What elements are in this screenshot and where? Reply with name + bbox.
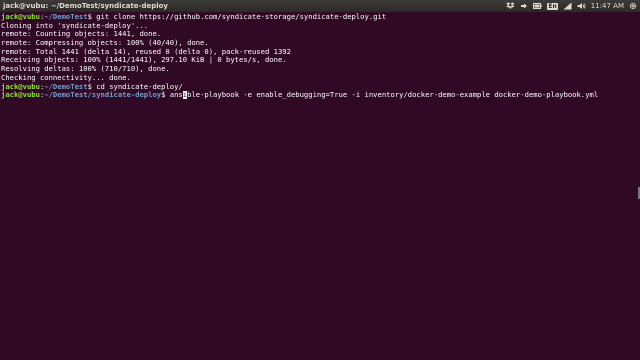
keyboard-layout-badge: En [547, 2, 558, 10]
gear-icon[interactable] [629, 0, 637, 12]
command-line: jack@vubu:~/DemoTest$ cd syndicate-deplo… [1, 82, 183, 91]
output-line: remote: Counting objects: 1441, done. [1, 30, 162, 39]
active-command-line[interactable]: jack@vubu:~/DemoTest/syndicate-deploy$ a… [1, 91, 633, 100]
keyboard-icon[interactable]: En [547, 0, 558, 12]
terminal-output: jack@vubu:~/DemoTest$ git clone https://… [1, 13, 633, 100]
command-text: git clone https://github.com/syndicate-s… [96, 13, 387, 21]
command-text: cd syndicate-deploy/ [96, 82, 183, 91]
prompt-path: ~/DemoTest [44, 13, 88, 21]
battery-icon[interactable] [533, 0, 543, 12]
top-panel: jack@vubu: ~/DemoTest/syndicate-deploy E… [0, 0, 640, 12]
output-line: Cloning into 'syndicate-deploy'... [1, 21, 149, 30]
output-line: Resolving deltas: 100% (710/710), done. [1, 65, 170, 74]
window-title: jack@vubu: ~/DemoTest/syndicate-deploy [3, 2, 168, 10]
indicator-area: En 11:47 AM [506, 0, 637, 12]
network-icon[interactable] [563, 0, 572, 12]
prompt-path: ~/DemoTest/syndicate-deploy [44, 91, 162, 100]
dropbox-icon[interactable] [506, 0, 515, 12]
prompt-user: jack@vubu [1, 82, 40, 91]
output-line: Receiving objects: 100% (1441/1441), 297… [1, 56, 287, 65]
command-text-after-cursor: ble-playbook -e enable_debugging=True -i… [187, 91, 599, 100]
prompt-user: jack@vubu [1, 91, 40, 100]
volume-icon[interactable] [577, 0, 586, 12]
terminal-window[interactable]: jack@vubu:~/DemoTest$ git clone https://… [0, 12, 640, 360]
output-line: remote: Compressing objects: 100% (40/40… [1, 39, 209, 48]
output-line: remote: Total 1441 (delta 14), reused 0 … [1, 47, 291, 56]
command-text-before-cursor: ans [169, 91, 183, 100]
prompt-path: ~/DemoTest [44, 82, 88, 91]
clock[interactable]: 11:47 AM [591, 0, 624, 12]
output-line: Checking connectivity... done. [1, 73, 131, 82]
command-line: jack@vubu:~/DemoTest$ git clone https://… [1, 13, 387, 21]
prompt-user: jack@vubu [1, 13, 40, 21]
arrows-sync-icon[interactable] [520, 0, 528, 12]
